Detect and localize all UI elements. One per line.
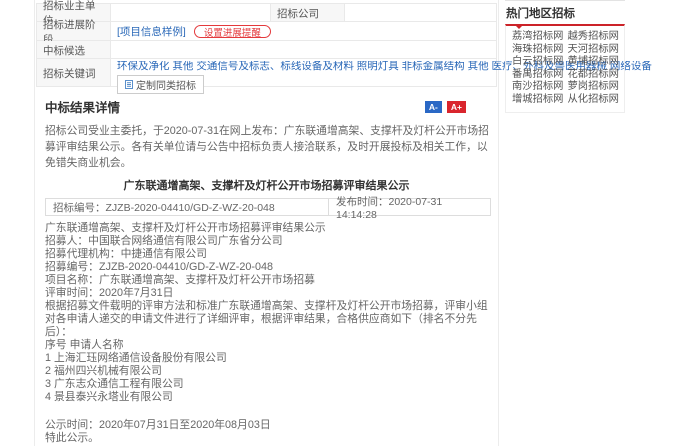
- body-line: 序号 申请人名称: [45, 339, 488, 352]
- keywords-label: 招标关键词: [37, 59, 111, 86]
- region-link[interactable]: 越秀招标网: [567, 31, 618, 44]
- body-line-text: 招募代理机构：中捷通信有限公司: [45, 248, 207, 260]
- tab-indicator-triangle: [515, 25, 523, 29]
- document-icon: [125, 80, 133, 89]
- hot-regions-col1: 荔湾招标网海珠招标网白云招标网番禺招标网南沙招标网增城招标网: [512, 31, 563, 106]
- region-link[interactable]: 荔湾招标网: [512, 31, 563, 44]
- detail-header: 中标结果详情 A- A+: [45, 97, 488, 116]
- table-row: 招标关键词 环保及净化 其他 交通信号及标志、标线设备及材料 照明灯具 非标金属…: [37, 59, 496, 86]
- bid-company-label: 招标公司: [271, 4, 345, 21]
- body-line-text: 项目名称：广东联通增高架、支撑杆及灯杆公开市场招募: [45, 274, 315, 286]
- announcement-meta-table: 招标编号：ZJZB-2020-04410/GD-Z-WZ-20-048 发布时间…: [45, 198, 491, 216]
- hot-regions-sidebar: 热门地区招标 荔湾招标网海珠招标网白云招标网番禺招标网南沙招标网增城招标网 越秀…: [505, 0, 625, 113]
- body-line-text: 4 景县泰兴永塔业有限公司: [45, 391, 173, 403]
- body-line-text: 公示时间：2020年07月31日至2020年08月03日: [45, 419, 271, 431]
- body-line-text: 2 福州四兴机械有限公司: [45, 365, 162, 377]
- progress-stage-value: [项目信息样例] 设置进展提醒: [111, 22, 496, 40]
- hot-regions-box: 荔湾招标网海珠招标网白云招标网番禺招标网南沙招标网增城招标网 越秀招标网天河招标…: [505, 24, 625, 113]
- bid-info-table: 招标业主单位 招标公司 招标进展阶段 [项目信息样例] 设置进展提醒 中标候选 …: [36, 3, 497, 87]
- main-panel: 招标业主单位 招标公司 招标进展阶段 [项目信息样例] 设置进展提醒 中标候选 …: [34, 0, 499, 446]
- customize-similar-bids-label: 定制同类招标: [136, 77, 196, 92]
- table-row: 中标候选: [37, 41, 496, 59]
- font-decrease-button[interactable]: A-: [425, 101, 442, 113]
- body-line: 1 上海汇珏网络通信设备股份有限公司: [45, 352, 488, 365]
- region-link[interactable]: 萝岗招标网: [567, 81, 618, 94]
- intro-paragraph: 招标公司受业主委托，于2020-07-31在网上发布：广东联通增高架、支撑杆及灯…: [45, 123, 492, 171]
- body-line-text: 特此公示。: [45, 432, 99, 444]
- body-line: 项目名称：广东联通增高架、支撑杆及灯杆公开市场招募: [45, 274, 488, 287]
- customize-similar-bids-button[interactable]: 定制同类招标: [117, 75, 204, 94]
- body-line-text: 3 广东志众通信工程有限公司: [45, 378, 184, 390]
- region-link[interactable]: 花都招标网: [567, 69, 618, 82]
- owner-unit-value: [111, 4, 271, 21]
- body-line-text: 评审时间：2020年7月31日: [45, 287, 173, 299]
- announcement-body: 广东联通增高架、支撑杆及灯杆公开市场招募评审结果公示招募人：中国联合网络通信有限…: [45, 222, 488, 446]
- body-line: 广东联通增高架、支撑杆及灯杆公开市场招募评审结果公示: [45, 222, 488, 235]
- region-link[interactable]: 南沙招标网: [512, 81, 563, 94]
- set-progress-reminder-button[interactable]: 设置进展提醒: [194, 25, 271, 38]
- result-detail-section: 中标结果详情 A- A+ 招标公司受业主委托，于2020-07-31在网上发布：…: [35, 87, 498, 446]
- winning-candidate-label: 中标候选: [37, 41, 111, 58]
- body-line-text: 根据招募文件载明的评审方法和标准广东联通增高架、支撑杆及灯杆公开市场招募，评审小…: [45, 300, 488, 338]
- body-line-text: 招募人：中国联合网络通信有限公司广东省分公司: [45, 235, 283, 247]
- body-line: 招募编号：ZJZB-2020-04410/GD-Z-WZ-20-048: [45, 261, 488, 274]
- announcement-title: 广东联通增高架、支撑杆及灯杆公开市场招募评审结果公示: [45, 177, 488, 193]
- region-link[interactable]: 天河招标网: [567, 44, 618, 57]
- region-link[interactable]: 从化招标网: [567, 94, 618, 107]
- winning-candidate-value: [111, 41, 496, 58]
- body-line-text: 序号 申请人名称: [45, 339, 124, 351]
- bid-company-value: [345, 4, 496, 21]
- sidebar-divider: [505, 0, 625, 1]
- body-line-text: 广东联通增高架、支撑杆及灯杆公开市场招募评审结果公示: [45, 222, 326, 234]
- progress-stage-label: 招标进展阶段: [37, 22, 111, 40]
- body-line: 4 景县泰兴永塔业有限公司: [45, 391, 488, 404]
- project-info-sample-link[interactable]: [项目信息样例]: [117, 24, 186, 39]
- hot-regions-title: 热门地区招标: [505, 3, 625, 24]
- body-line: 招募人：中国联合网络通信有限公司广东省分公司: [45, 235, 488, 248]
- hot-regions-columns: 荔湾招标网海珠招标网白云招标网番禺招标网南沙招标网增城招标网 越秀招标网天河招标…: [512, 31, 618, 106]
- page: 招标业主单位 招标公司 招标进展阶段 [项目信息样例] 设置进展提醒 中标候选 …: [0, 0, 673, 446]
- body-line: 招募代理机构：中捷通信有限公司: [45, 248, 488, 261]
- bid-number: 招标编号：ZJZB-2020-04410/GD-Z-WZ-20-048: [46, 199, 329, 215]
- region-link[interactable]: 白云招标网: [512, 56, 563, 69]
- hot-regions-col2: 越秀招标网天河招标网黄埔招标网花都招标网萝岗招标网从化招标网: [567, 31, 618, 106]
- body-line-text: 1 上海汇珏网络通信设备股份有限公司: [45, 352, 227, 364]
- body-line-text: 招募编号：ZJZB-2020-04410/GD-Z-WZ-20-048: [45, 261, 273, 273]
- body-line: 3 广东志众通信工程有限公司: [45, 378, 488, 391]
- font-increase-button[interactable]: A+: [447, 101, 466, 113]
- region-link[interactable]: 番禺招标网: [512, 69, 563, 82]
- body-line: 根据招募文件载明的评审方法和标准广东联通增高架、支撑杆及灯杆公开市场招募，评审小…: [45, 300, 488, 339]
- body-line: 评审时间：2020年7月31日: [45, 287, 488, 300]
- region-link[interactable]: 海珠招标网: [512, 44, 563, 57]
- publish-time: 发布时间：2020-07-31 14:14:28: [329, 199, 490, 215]
- body-line: 2 福州四兴机械有限公司: [45, 365, 488, 378]
- table-row: 招标业主单位 招标公司: [37, 4, 496, 22]
- region-link[interactable]: 黄埔招标网: [567, 56, 618, 69]
- region-link[interactable]: 增城招标网: [512, 94, 563, 107]
- page-title: 中标结果详情: [45, 97, 120, 116]
- font-size-controls: A- A+: [425, 101, 466, 113]
- body-line: 特此公示。: [45, 432, 488, 445]
- table-row: 招标进展阶段 [项目信息样例] 设置进展提醒: [37, 22, 496, 41]
- body-line: 公示时间：2020年07月31日至2020年08月03日: [45, 419, 488, 432]
